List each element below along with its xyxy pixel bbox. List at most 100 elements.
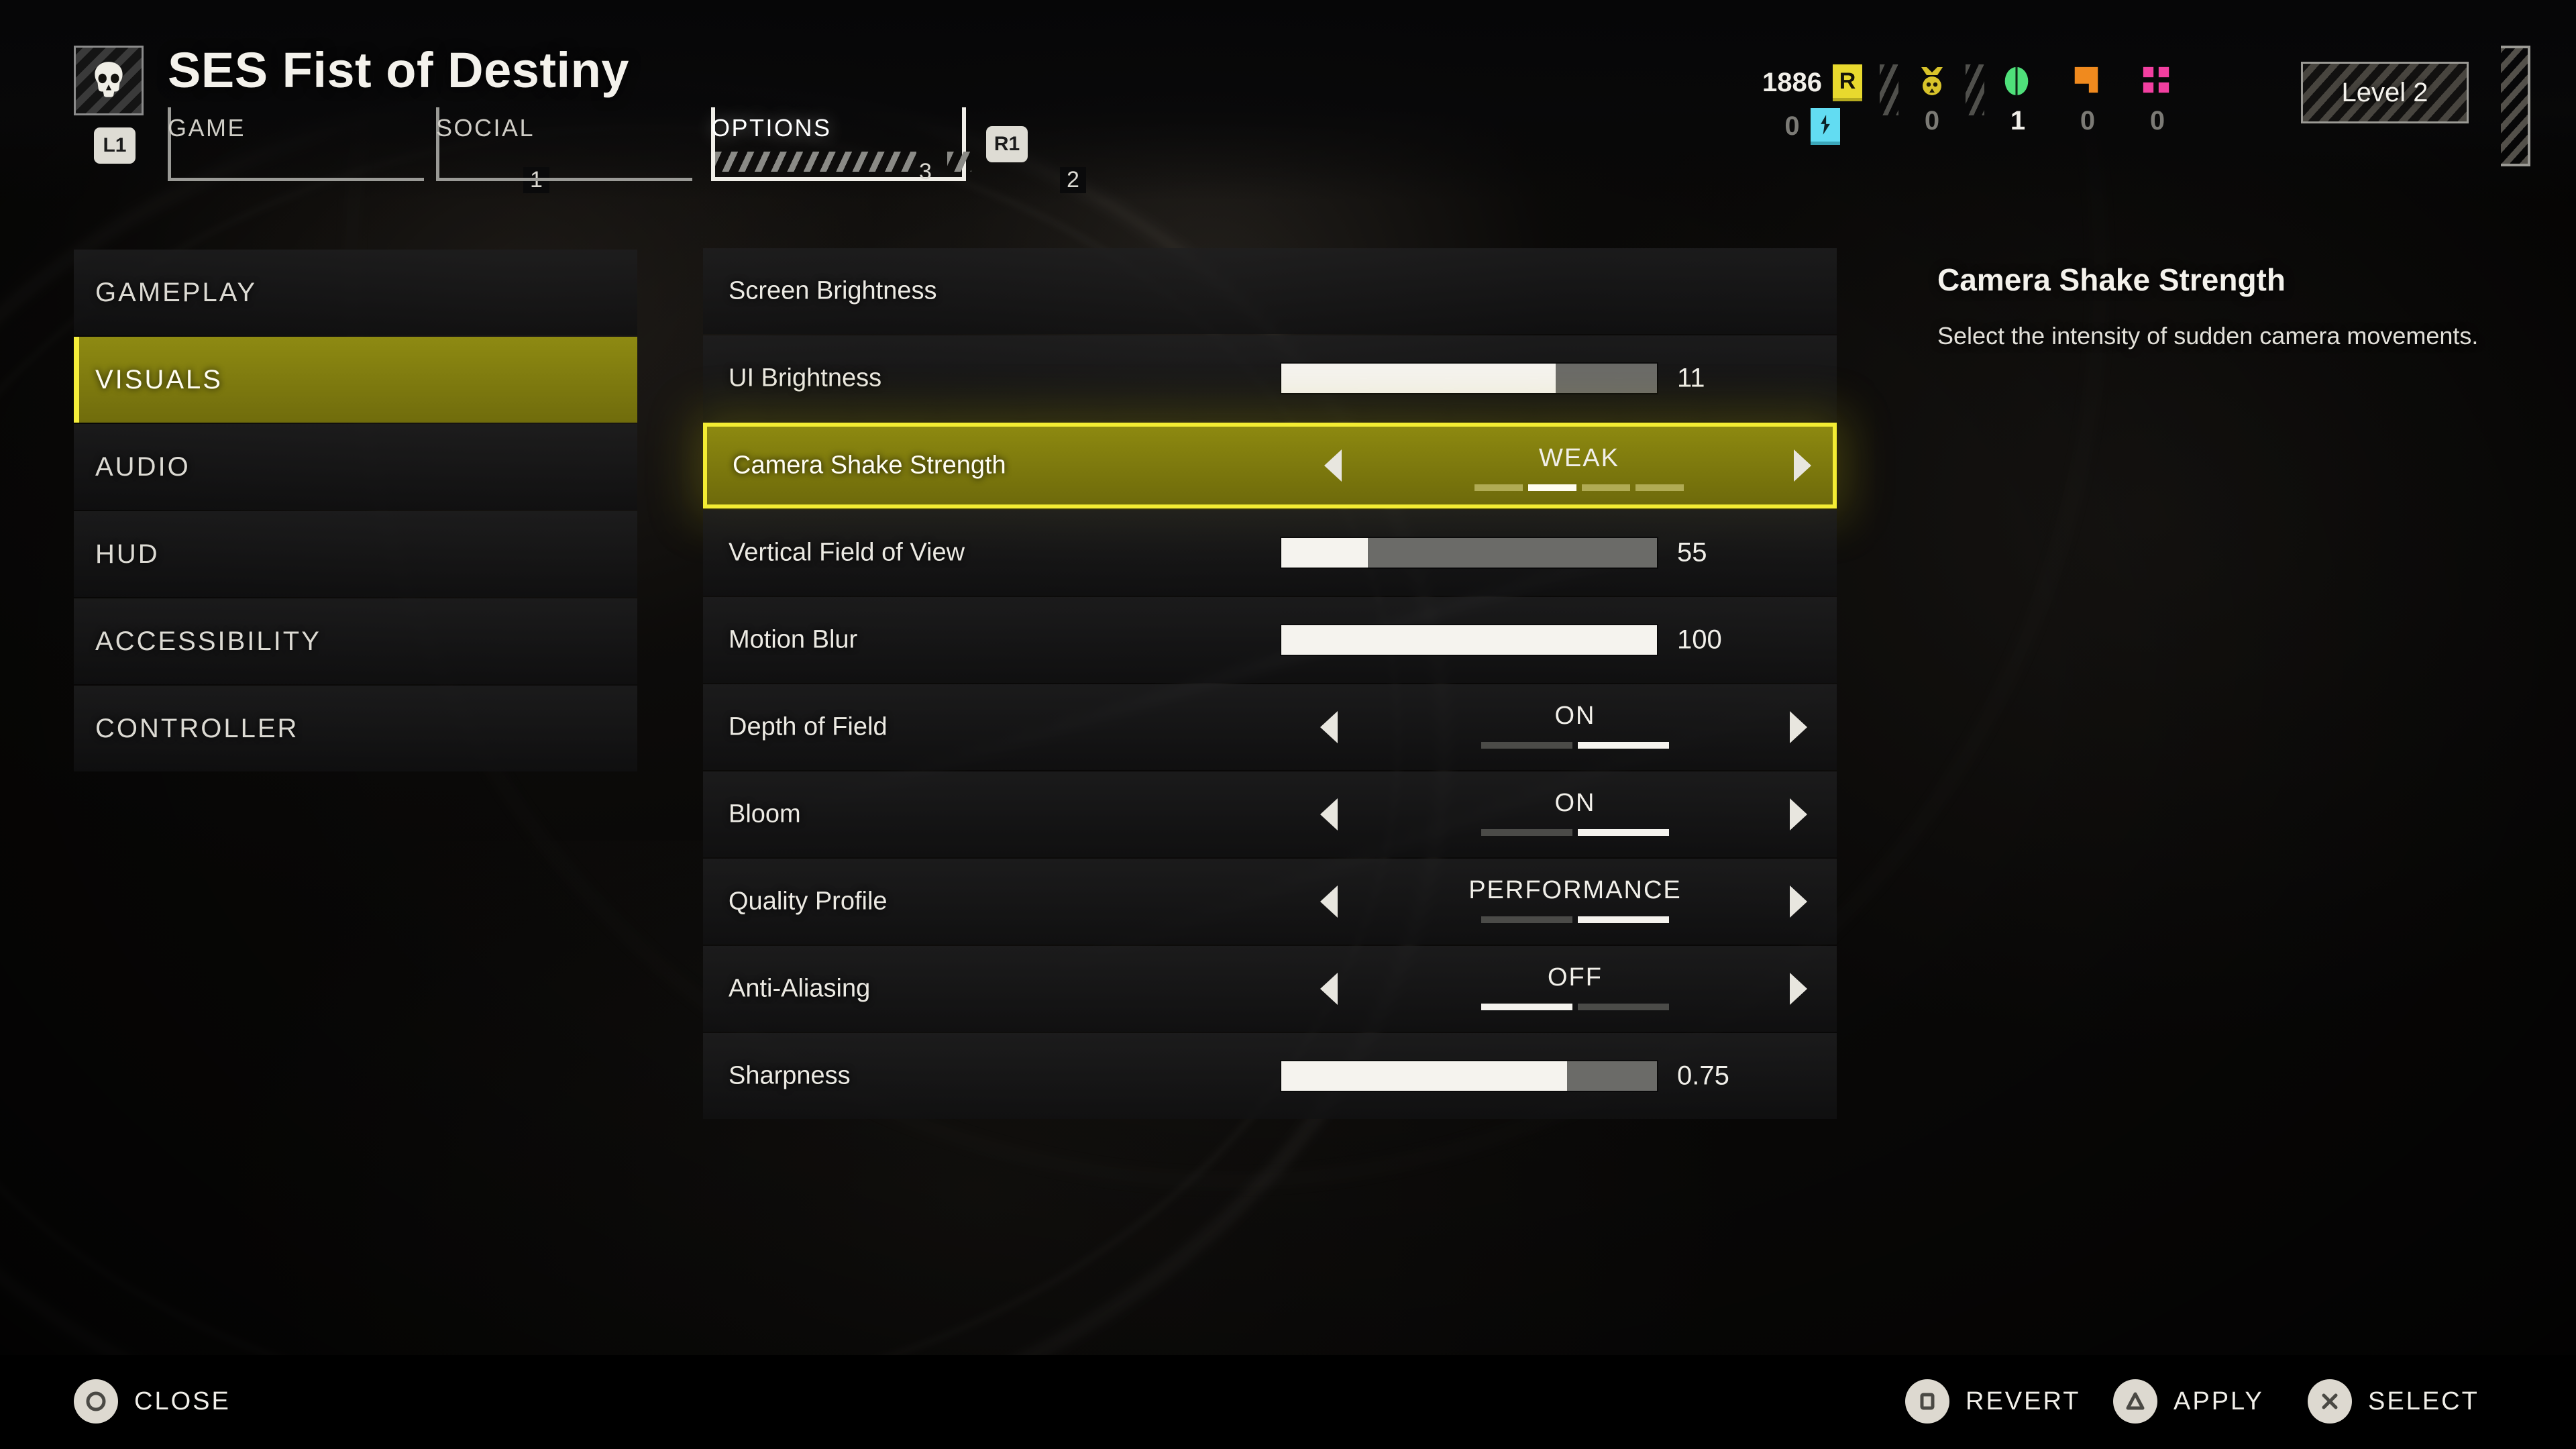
enum-value: WEAK (1539, 444, 1619, 472)
currency-group: 1886 R 0 (1762, 64, 1862, 145)
sidebar-item-label: AUDIO (95, 451, 191, 482)
setting-row-anti-aliasing[interactable]: Anti-Aliasing OFF (703, 946, 1837, 1032)
setting-row-sharpness[interactable]: Sharpness 0.75 (703, 1033, 1837, 1119)
tab-options[interactable]: OPTIONS 3 (711, 107, 971, 184)
sidebar-item-visuals[interactable]: VISUALS (74, 337, 637, 423)
footer-action-bar: CLOSE REVERT APPLY SELECT (0, 1355, 2576, 1449)
sample-pink-icon (2141, 64, 2174, 99)
setting-row-screen-brightness[interactable]: Screen Brightness (703, 248, 1837, 334)
slider-value: 100 (1677, 625, 1722, 655)
chevron-right-icon[interactable] (1790, 798, 1807, 830)
sidebar-item-label: GAMEPLAY (95, 277, 258, 307)
enum-segment (1578, 916, 1669, 923)
setting-enum-control: ON (703, 771, 1837, 857)
samples-value: 0 (1784, 111, 1800, 141)
setting-row-motion-blur[interactable]: Motion Blur 100 (703, 597, 1837, 683)
level-badge-label: Level 2 (2341, 77, 2428, 107)
setting-slider[interactable] (1281, 538, 1657, 568)
tab-underline (168, 178, 424, 181)
tab-options-number: 3 (919, 159, 932, 184)
circle-button-icon (74, 1379, 118, 1424)
sidebar-item-hud[interactable]: HUD (74, 511, 637, 597)
bumper-r1-button[interactable]: R1 (986, 126, 1028, 162)
apply-button[interactable]: APPLY (2113, 1379, 2264, 1424)
requisition-slip-icon: R (1833, 64, 1862, 101)
sidebar-item-gameplay[interactable]: GAMEPLAY (74, 250, 637, 335)
chevron-right-icon[interactable] (1790, 711, 1807, 743)
enum-value: ON (1554, 789, 1596, 817)
enum-value: ON (1554, 702, 1596, 730)
chevron-left-icon[interactable] (1320, 885, 1338, 918)
slider-track[interactable] (1281, 364, 1657, 393)
tab-hatch-fill (715, 152, 916, 172)
tab-hatch-fill-tail (947, 152, 971, 172)
medals-value: 0 (1924, 106, 1940, 136)
square-button-icon (1905, 1379, 1949, 1424)
description-title: Camera Shake Strength (1937, 262, 2286, 297)
revert-button[interactable]: REVERT (1905, 1379, 2080, 1424)
sample-orange-icon (2072, 64, 2104, 99)
tab-underline (436, 178, 692, 181)
chevron-right-icon[interactable] (1790, 973, 1807, 1005)
samples-row: 0 (1784, 108, 1840, 145)
setting-row-depth-of-field[interactable]: Depth of Field ON (703, 684, 1837, 770)
setting-slider[interactable] (1281, 625, 1657, 655)
tab-social[interactable]: SOCIAL 2 (436, 107, 1086, 193)
enum-segment (1481, 916, 1572, 923)
slider-value: 55 (1677, 537, 1707, 568)
medals-group: 0 (1916, 64, 1948, 136)
setting-row-bloom[interactable]: Bloom ON (703, 771, 1837, 857)
setting-label: Motion Blur (729, 625, 858, 654)
enum-segment (1481, 829, 1572, 836)
green-sample-value: 1 (2010, 106, 2026, 136)
apply-button-label: APPLY (2174, 1387, 2264, 1415)
bumper-l1-button[interactable]: L1 (94, 127, 136, 164)
hud-divider (1966, 64, 1984, 115)
hud-divider (1880, 64, 1898, 115)
slider-track[interactable] (1281, 625, 1657, 655)
setting-row-vertical-field-of-view[interactable]: Vertical Field of View 55 (703, 510, 1837, 596)
chevron-left-icon[interactable] (1320, 711, 1338, 743)
sidebar-item-label: ACCESSIBILITY (95, 626, 321, 656)
header-bar: SES Fist of Destiny L1 R1 GAME 1 SOCIAL … (0, 0, 2576, 201)
sidebar-item-controller[interactable]: CONTROLLER (74, 686, 637, 771)
header-frame-bracket (2501, 46, 2530, 166)
sidebar-item-audio[interactable]: AUDIO (74, 424, 637, 510)
revert-button-label: REVERT (1966, 1387, 2081, 1415)
setting-label: Depth of Field (729, 712, 888, 741)
chevron-left-icon[interactable] (1320, 798, 1338, 830)
setting-label: Bloom (729, 800, 801, 828)
tab-game[interactable]: GAME 1 (168, 107, 549, 193)
close-button[interactable]: CLOSE (74, 1379, 231, 1424)
pink-sample-group: 0 (2141, 64, 2174, 136)
chevron-right-icon[interactable] (1794, 449, 1811, 482)
chevron-right-icon[interactable] (1790, 885, 1807, 918)
setting-enum-control: OFF (703, 946, 1837, 1032)
select-button[interactable]: SELECT (2308, 1379, 2479, 1424)
enum-segment-indicator (1374, 829, 1776, 836)
sidebar-active-marker (74, 337, 79, 423)
enum-segment-indicator (1374, 916, 1776, 923)
sidebar-item-label: VISUALS (95, 364, 223, 394)
slider-track[interactable] (1281, 538, 1657, 568)
setting-label: Screen Brightness (729, 276, 937, 305)
chevron-left-icon[interactable] (1324, 449, 1342, 482)
setting-slider[interactable] (1281, 364, 1657, 393)
slider-fill (1281, 625, 1657, 655)
chevron-left-icon[interactable] (1320, 973, 1338, 1005)
sidebar-item-accessibility[interactable]: ACCESSIBILITY (74, 598, 637, 684)
setting-slider[interactable] (1281, 1061, 1657, 1091)
enum-segment-indicator (1378, 484, 1780, 491)
setting-label: UI Brightness (729, 364, 882, 392)
setting-row-quality-profile[interactable]: Quality Profile PERFORMANCE (703, 859, 1837, 945)
enum-segment-indicator (1374, 1004, 1776, 1010)
setting-row-camera-shake-strength[interactable]: Camera Shake Strength WEAK (703, 423, 1837, 508)
setting-row-ui-brightness[interactable]: UI Brightness 11 (703, 335, 1837, 421)
enum-value: OFF (1548, 963, 1603, 991)
skull-icon (74, 46, 144, 115)
enum-value: PERFORMANCE (1468, 876, 1682, 904)
medal-icon (1916, 64, 1948, 99)
sample-green-icon (2002, 64, 2034, 99)
slider-track[interactable] (1281, 1061, 1657, 1091)
enum-segment (1578, 1004, 1669, 1010)
